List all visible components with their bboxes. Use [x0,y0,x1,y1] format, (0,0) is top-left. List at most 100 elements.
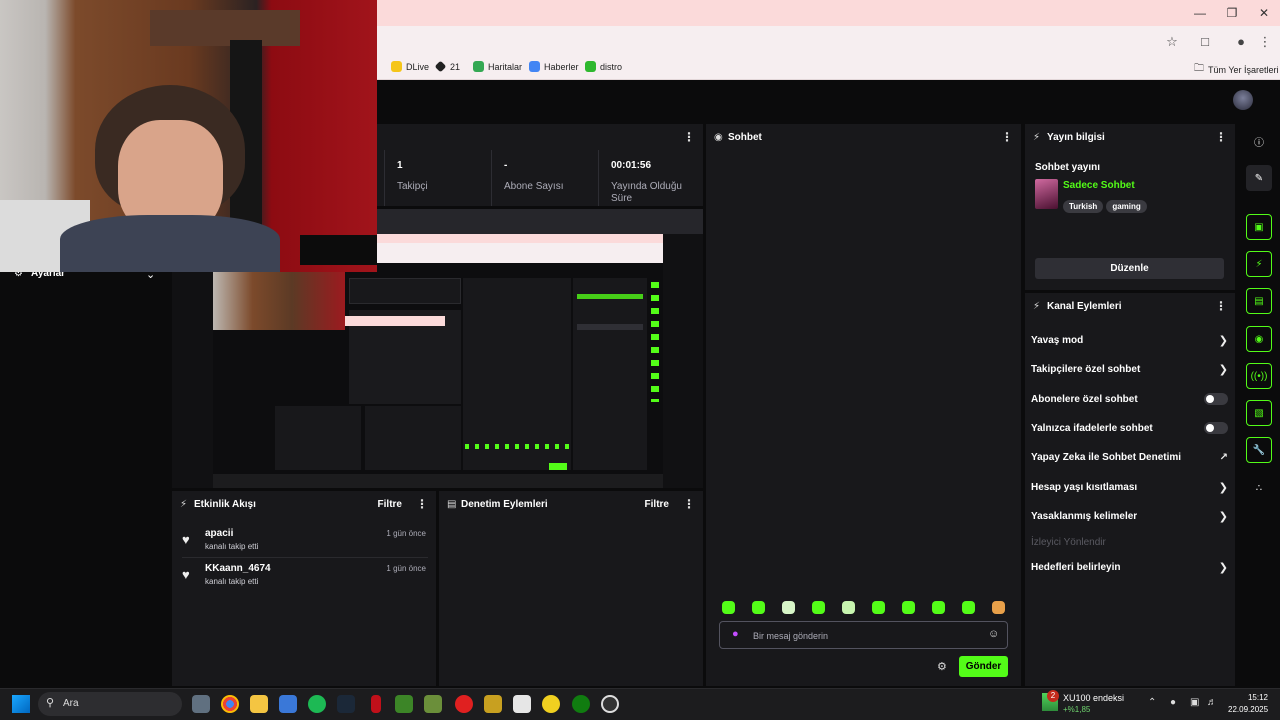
chat-settings-icon[interactable]: ⚙ [937,660,947,673]
more-options-icon[interactable]: ⋮ [683,497,695,511]
action-subscribers-only: Abonelere özel sohbet [1031,390,1228,408]
app-icon[interactable] [542,695,560,713]
task-view-icon[interactable] [192,695,210,713]
minecraft-icon[interactable] [395,695,413,713]
chrome-icon[interactable] [221,695,239,713]
profile-icon[interactable]: ● [1233,34,1249,50]
action-set-goals[interactable]: Hedefleri belirleyin ❯ [1031,558,1228,576]
wrench-icon[interactable]: 🔧 [1246,437,1272,463]
chat-bubble-icon: ◉ [714,131,723,143]
bookmark-haberler[interactable]: Haberler [529,61,579,72]
bookmark-distro[interactable]: distro [585,61,622,72]
lightning-icon: ⚡ [1033,131,1041,143]
netflix-icon[interactable] [371,695,381,713]
emote-icon[interactable] [872,601,885,614]
tag-gaming[interactable]: gaming [1106,200,1147,213]
stream-category[interactable]: Sadece Sohbet [1063,180,1135,191]
bookmark-21[interactable]: 21 [434,60,460,73]
action-banned-words[interactable]: Yasaklanmış kelimeler ❯ [1031,507,1228,525]
emote-icon[interactable] [992,601,1005,614]
more-options-icon[interactable]: ⋮ [1001,130,1013,144]
emote-icon[interactable] [752,601,765,614]
chevron-up-icon[interactable]: ⌃ [1148,697,1156,708]
lightning-icon: ⚡ [1033,300,1041,312]
webcam-overlay [0,0,377,272]
action-ai-moderation[interactable]: Yapay Zeka ile Sohbet Denetimi ↗ [1031,448,1228,466]
tag-turkish[interactable]: Turkish [1063,200,1104,213]
emote-icon[interactable] [902,601,915,614]
send-button[interactable]: Gönder [959,656,1008,677]
chat-message-input[interactable]: ● Bir mesaj gönderin ☺ [719,621,1008,649]
info-icon[interactable]: ⓘ [1246,128,1272,154]
emote-icon[interactable] [842,601,855,614]
document-icon[interactable]: ▤ [1246,288,1272,314]
chat-bubble-icon[interactable]: ◉ [1246,326,1272,352]
external-link-icon: ↗ [1219,451,1228,463]
spotify-icon[interactable] [308,695,326,713]
more-options-icon[interactable]: ⋮ [416,497,428,511]
edit-button[interactable]: Düzenle [1035,258,1224,279]
folder-icon: 🗀 [1194,63,1204,74]
emote-icon[interactable] [812,601,825,614]
emote-icon[interactable] [722,601,735,614]
maximize-icon[interactable]: ❐ [1216,0,1248,26]
chevron-right-icon: ❯ [1218,561,1228,574]
emoji-icon[interactable]: ☺ [988,628,999,640]
pencil-icon[interactable]: ✎ [1246,165,1272,191]
bookmark-haritalar[interactable]: Haritalar [473,61,522,72]
menu-icon[interactable]: ⋮ [1257,34,1273,50]
microphone-icon[interactable]: ● [732,628,739,640]
stat-uptime: 00:01:56 Yayında Olduğu Süre [598,150,703,206]
broadcast-icon[interactable]: ((•)) [1246,363,1272,389]
network-icon[interactable]: ▣ [1190,697,1199,708]
bookmark-dlive[interactable]: DLive [391,61,429,72]
screen-icon[interactable]: ▣ [1246,214,1272,240]
more-options-icon[interactable]: ⋮ [1215,130,1227,144]
volume-icon[interactable]: ♬ [1207,697,1217,708]
app-icon[interactable] [455,695,473,713]
capcut-icon[interactable] [513,695,531,713]
stat-followers: 1 Takipçi [384,150,492,206]
lightning-icon[interactable]: ⚡ [1246,251,1272,277]
category-thumbnail[interactable] [1035,179,1058,209]
user-avatar[interactable] [1233,90,1253,110]
moderation-panel: ▤ Denetim Eylemleri Filtre ⋮ [439,491,703,686]
layers-icon[interactable]: ▧ [1246,400,1272,426]
chevron-right-icon: ❯ [1218,510,1228,523]
shield-icon[interactable] [484,695,502,713]
file-explorer-icon[interactable] [250,695,268,713]
more-options-icon[interactable]: ⋮ [1215,299,1227,313]
emote-icon[interactable] [962,601,975,614]
stream-preview-video[interactable] [213,234,663,488]
emotes-only-toggle[interactable] [1204,422,1228,434]
all-bookmarks[interactable]: 🗀 Tüm Yer İşaretleri [1194,61,1279,78]
emote-icon[interactable] [932,601,945,614]
taskbar-search[interactable]: ⚲ Ara [38,692,182,716]
obs-icon[interactable] [601,695,619,713]
activity-feed-panel: ⚡ Etkinlik Akışı Filtre ⋮ [172,491,436,686]
emote-icon[interactable] [782,601,795,614]
action-account-age[interactable]: Hesap yaşı kısıtlaması ❯ [1031,478,1228,496]
star-icon[interactable]: ☆ [1164,34,1180,50]
apps-icon[interactable]: ∴ [1246,475,1272,501]
minimize-icon[interactable]: — [1184,0,1216,26]
stream-title: Sohbet yayını [1035,162,1101,173]
windows-start-icon[interactable] [12,695,30,713]
stat-subscribers: - Abone Sayısı [491,150,599,206]
minecraft-launcher-icon[interactable] [424,695,442,713]
microphone-icon[interactable]: ● [1170,697,1176,708]
more-options-icon[interactable]: ⋮ [683,130,695,144]
xbox-icon[interactable] [572,695,590,713]
moderation-filter-button[interactable]: Filtre [645,499,669,510]
store-icon[interactable] [279,695,297,713]
extensions-icon[interactable]: □ [1197,34,1213,50]
subscribers-only-toggle[interactable] [1204,393,1228,405]
action-followers-only[interactable]: Takipçilere özel sohbet ❯ [1031,360,1228,378]
heart-icon: ♥ [182,567,190,582]
activity-filter-button[interactable]: Filtre [378,499,402,510]
close-icon[interactable]: ✕ [1248,0,1280,26]
distro-icon [585,61,596,72]
action-slow-mode[interactable]: Yavaş mod ❯ [1031,331,1228,349]
dlive-icon [391,61,402,72]
steam-icon[interactable] [337,695,355,713]
